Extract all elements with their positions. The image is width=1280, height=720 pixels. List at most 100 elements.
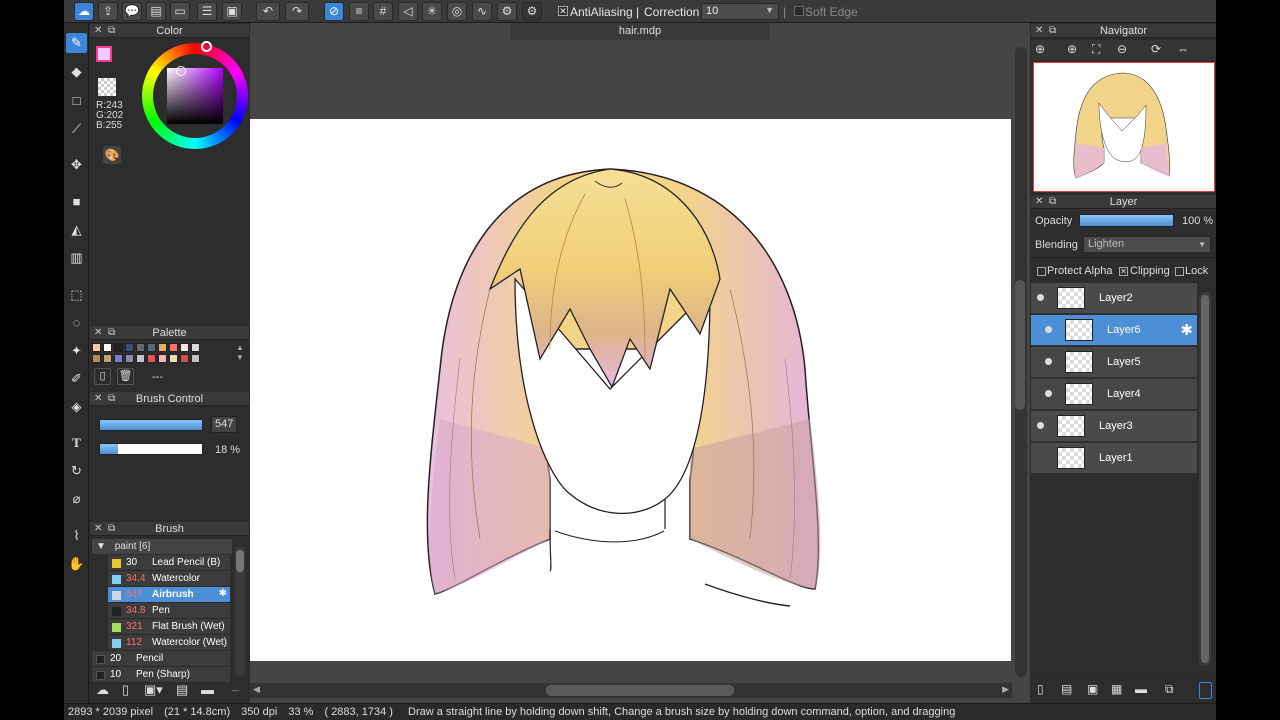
palette-swatch[interactable] (92, 343, 101, 352)
snap-radial-icon[interactable]: ✳ (422, 2, 442, 21)
redo-icon[interactable]: ↷ (285, 2, 309, 21)
snap-off-icon[interactable]: ⊘ (324, 2, 344, 21)
palette-swatch[interactable] (169, 354, 178, 363)
line-tool-icon[interactable]: ⟋ (66, 119, 87, 139)
new-brush-icon[interactable]: ▯ (122, 682, 129, 698)
zoom-in-icon[interactable]: ⊕ (1067, 42, 1077, 56)
gradient-tool-icon[interactable]: ▥ (66, 248, 87, 268)
snap-grid-icon[interactable]: # (373, 2, 393, 21)
remove-icon[interactable]: – (232, 682, 239, 697)
brush-item[interactable]: 20 Pencil (92, 651, 230, 667)
checklist-icon[interactable]: ☰ (197, 2, 217, 21)
palette-swatch[interactable] (158, 354, 167, 363)
text-tool-icon[interactable]: T (66, 433, 87, 453)
brush-item[interactable]: 547 Airbrush ✱ (108, 587, 230, 603)
bucket-tool-icon[interactable]: ◭ (66, 220, 87, 240)
select-eraser-tool-icon[interactable]: ◈ (66, 397, 87, 417)
antialiasing-checkbox[interactable]: ✕ (558, 6, 568, 16)
layer-opacity-slider[interactable] (1079, 214, 1174, 227)
fill-rect-tool-icon[interactable]: ■ (66, 192, 87, 212)
palette-swatch[interactable] (147, 354, 156, 363)
palette-swatch[interactable] (191, 354, 200, 363)
dropper-tool-icon[interactable]: ⌀ (66, 489, 87, 509)
close-icon[interactable]: ✕ (1035, 24, 1043, 38)
snap-circle-icon[interactable]: ◎ (447, 2, 467, 21)
blending-select[interactable]: Lighten ▼ (1083, 236, 1211, 253)
brush-item[interactable]: 30 Lead Pencil (B) (108, 555, 230, 571)
palette-swatch[interactable] (125, 354, 134, 363)
palette-scroll[interactable]: ▲ ▼ (236, 343, 246, 365)
panel-splitter[interactable] (1015, 280, 1025, 410)
palette-swatch[interactable] (114, 354, 123, 363)
close-icon[interactable]: ✕ (1035, 195, 1043, 209)
palette-swatch[interactable] (147, 343, 156, 352)
new-layer-icon[interactable]: ▯ (1037, 682, 1044, 696)
canvas-paper[interactable] (250, 119, 1011, 661)
hand-tool-icon[interactable]: ✋ (66, 554, 87, 574)
palette-swatch[interactable] (169, 343, 178, 352)
saturation-value-square[interactable] (167, 68, 223, 124)
popout-icon[interactable]: ⧉ (108, 24, 115, 38)
eye-icon[interactable] (1045, 390, 1052, 397)
move-tool-icon[interactable]: ✥ (66, 155, 87, 175)
transparent-color-swatch[interactable] (98, 78, 116, 96)
select-rect-tool-icon[interactable]: ⬚ (66, 285, 87, 305)
magic-wand-tool-icon[interactable]: ✦ (66, 341, 87, 361)
palette-icon[interactable]: 🎨 (103, 146, 121, 164)
eye-icon[interactable] (1037, 294, 1044, 301)
brush-opacity-slider[interactable] (99, 443, 203, 455)
brush-tool-icon[interactable]: ✎ (66, 33, 87, 53)
snap-curve-icon[interactable]: ∿ (472, 2, 492, 21)
comment-icon[interactable]: 💬 (122, 2, 142, 21)
clipping-checkbox[interactable]: ✕ (1119, 267, 1128, 276)
popout-icon[interactable]: ⧉ (1049, 195, 1056, 209)
horizontal-scroll-thumb[interactable] (546, 685, 734, 696)
close-icon[interactable]: ✕ (94, 522, 102, 536)
palette-swatch[interactable] (136, 343, 145, 352)
eye-icon[interactable] (1037, 422, 1044, 429)
soft-edge-checkbox[interactable] (794, 6, 804, 16)
palette-swatch[interactable] (103, 354, 112, 363)
popout-icon[interactable]: ⧉ (108, 326, 115, 340)
cloud-icon[interactable]: ☁ (74, 2, 94, 21)
palette-swatch[interactable] (158, 343, 167, 352)
brush-item[interactable]: 10 Pen (Sharp) (92, 667, 230, 683)
new-8bit-layer-icon[interactable]: ▦ (1111, 682, 1122, 696)
eyedropper-tool-icon[interactable]: ⌇ (66, 526, 87, 546)
foreground-color-swatch[interactable] (96, 46, 112, 62)
brush-settings-icon[interactable]: ▤ (176, 682, 188, 698)
select-pen-tool-icon[interactable]: ✐ (66, 369, 87, 389)
navigator-preview[interactable] (1033, 62, 1215, 192)
palette-swatch[interactable] (114, 343, 123, 352)
layer-row[interactable]: Layer1 (1031, 443, 1197, 474)
hue-wheel[interactable] (142, 41, 248, 149)
protect-alpha-checkbox[interactable] (1037, 267, 1046, 276)
cloud-upload-icon[interactable]: ☁ (96, 682, 109, 698)
duplicate-layer-icon[interactable]: ⧉ (1165, 682, 1174, 697)
zoom-out-icon[interactable]: ⊖ (1117, 42, 1127, 56)
image-icon[interactable]: ▣ (222, 2, 242, 21)
page-icon[interactable]: ▭ (170, 2, 190, 21)
add-brush-icon[interactable]: ▣▾ (144, 682, 163, 698)
dot-tool-icon[interactable]: □ (66, 91, 87, 111)
new-1bit-layer-icon[interactable]: ▣ (1087, 682, 1098, 696)
new-halftone-layer-icon[interactable]: ▤ (1061, 682, 1072, 696)
layer-row[interactable]: Layer5 (1031, 347, 1197, 378)
sv-cursor[interactable] (176, 66, 186, 76)
palette-swatch[interactable] (92, 354, 101, 363)
close-icon[interactable]: ✕ (94, 326, 102, 340)
lasso-tool-icon[interactable]: ◌ (66, 313, 87, 333)
flip-icon[interactable]: ⇔ (1177, 42, 1189, 56)
popout-icon[interactable]: ⧉ (1049, 24, 1056, 38)
new-palette-icon[interactable]: ▯ (94, 368, 111, 385)
eye-icon[interactable] (1045, 326, 1052, 333)
document-tab[interactable]: hair.mdp (510, 23, 770, 40)
scroll-left-icon[interactable]: ◀ (253, 684, 260, 695)
hue-cursor[interactable] (201, 41, 212, 52)
lock-checkbox[interactable] (1175, 267, 1184, 276)
rotate-icon[interactable]: ⟳ (1151, 42, 1161, 56)
zoom-fit-icon[interactable]: ⊕ (1035, 42, 1045, 56)
snap-gear-icon[interactable]: ⚙ (522, 2, 542, 21)
palette-swatch[interactable] (191, 343, 200, 352)
snap-settings-icon[interactable]: ⚙ (497, 2, 517, 21)
